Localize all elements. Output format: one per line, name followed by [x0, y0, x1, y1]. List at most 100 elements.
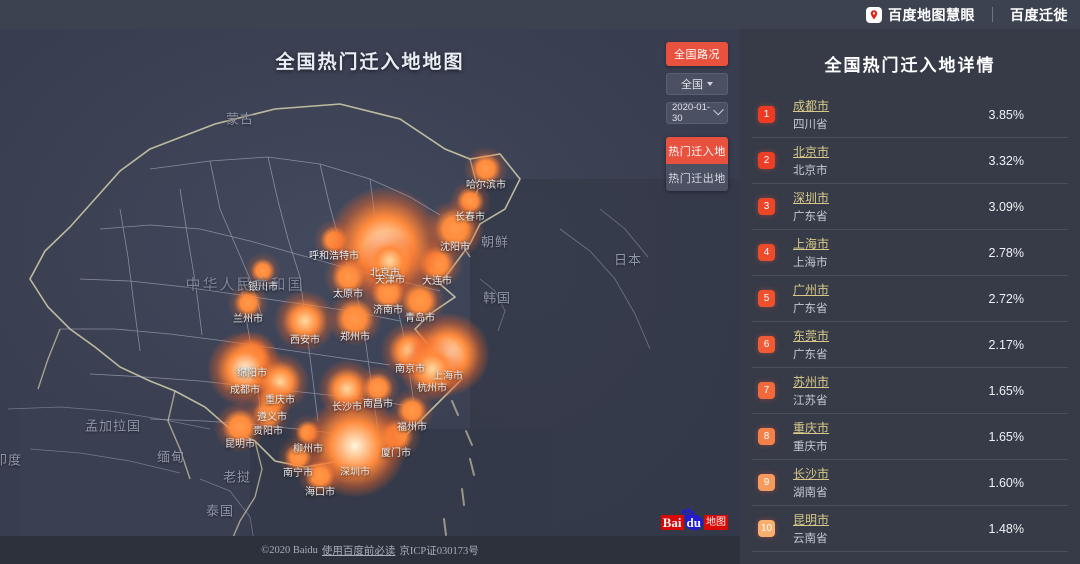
brand-name: 百度地图慧眼	[888, 6, 975, 23]
city-label: 南宁市	[283, 468, 313, 479]
row-names: 昆明市 云南省	[793, 511, 989, 546]
detail-row[interactable]: 6 东莞市 广东省 2.17%	[752, 322, 1068, 368]
brand-divider	[992, 7, 993, 22]
map-canvas[interactable]: 哈尔滨市 长春市 沈阳市 大连市 呼和浩特市 北京市 天津市 银川市 太原市 兰州市 济南市 青岛市西…	[0, 29, 740, 564]
map-panel[interactable]: 哈尔滨市 长春市 沈阳市 大连市 呼和浩特市 北京市 天津市 银川市 太原市 兰州市 济南市 青岛市西…	[0, 29, 740, 564]
city-link[interactable]: 成都市	[793, 97, 829, 114]
province-label: 广东省	[793, 211, 828, 223]
footer-copyright: ©2020 Baidu	[261, 544, 318, 556]
city-label: 大连市	[422, 276, 452, 288]
detail-row[interactable]: 9 长沙市 湖南省 1.60%	[752, 460, 1068, 506]
province-label: 广东省	[793, 303, 828, 315]
city-label: 长沙市	[332, 402, 362, 414]
brand-sub-name: 百度迁徙	[1010, 6, 1068, 23]
region-label: 蒙古	[225, 111, 255, 127]
brand-group[interactable]: 百度地图慧眼 百度迁徙	[866, 5, 1068, 25]
city-link[interactable]: 重庆市	[793, 419, 829, 436]
province-label: 四川省	[793, 119, 828, 131]
baidu-logo-cn: 地图	[704, 515, 728, 530]
location-pin-icon	[866, 6, 882, 23]
chevron-down-icon	[707, 82, 713, 86]
percentage-value: 1.48%	[988, 521, 1024, 536]
city-link[interactable]: 广州市	[793, 281, 829, 298]
row-names: 上海市 上海市	[793, 235, 989, 270]
province-label: 广东省	[793, 349, 828, 361]
rank-badge: 3	[758, 198, 775, 215]
city-link[interactable]: 北京市	[793, 143, 829, 160]
percentage-value: 1.65%	[988, 429, 1024, 444]
city-label: 青岛市	[405, 313, 435, 325]
rank-badge: 8	[758, 428, 775, 445]
city-label: 沈阳市	[440, 242, 470, 254]
map-footer: ©2020 Baidu 使用百度前必读 京ICP证030173号	[0, 536, 740, 564]
paw-print-icon	[680, 508, 696, 526]
row-names: 广州市 广东省	[793, 281, 989, 316]
province-label: 云南省	[793, 533, 828, 545]
percentage-value: 1.65%	[988, 383, 1024, 398]
footer-terms-link[interactable]: 使用百度前必读	[322, 543, 396, 558]
percentage-value: 2.72%	[988, 291, 1024, 306]
region-select[interactable]: 全国	[666, 73, 728, 95]
row-names: 深圳市 广东省	[793, 189, 989, 224]
detail-row[interactable]: 7 苏州市 江苏省 1.65%	[752, 368, 1068, 414]
city-link[interactable]: 昆明市	[793, 511, 829, 528]
city-label: 重庆市	[265, 395, 295, 407]
city-label: 杭州市	[417, 383, 447, 395]
percentage-value: 2.17%	[988, 337, 1024, 352]
city-label: 兰州市	[233, 314, 263, 325]
rank-badge: 9	[758, 474, 775, 491]
date-picker[interactable]: 2020-01-30	[666, 102, 728, 124]
city-label: 海口市	[305, 487, 335, 499]
row-names: 北京市 北京市	[793, 143, 989, 178]
region-select-value: 全国	[681, 79, 703, 91]
region-label: 孟加拉国	[84, 418, 142, 434]
region-label: 印度	[0, 452, 23, 468]
city-label: 绵阳市	[237, 368, 267, 380]
city-link[interactable]: 东莞市	[793, 327, 829, 344]
tab-migration-out[interactable]: 热门迁出地	[666, 164, 728, 191]
tab-migration-in[interactable]: 热门迁入地	[666, 137, 728, 164]
detail-row[interactable]: 2 北京市 北京市 3.32%	[752, 138, 1068, 184]
percentage-value: 3.09%	[988, 199, 1024, 214]
detail-row[interactable]: 8 重庆市 重庆市 1.65%	[752, 414, 1068, 460]
province-label: 重庆市	[793, 441, 828, 453]
city-link[interactable]: 上海市	[793, 235, 829, 252]
detail-row[interactable]: 10 昆明市 云南省 1.48%	[752, 506, 1068, 552]
map-borders	[7, 103, 651, 562]
city-label: 柳州市	[293, 444, 323, 455]
row-names: 重庆市 重庆市	[793, 419, 989, 454]
rank-badge: 1	[758, 106, 775, 123]
city-label: 福州市	[397, 422, 427, 434]
province-label: 湖南省	[793, 487, 828, 499]
detail-row[interactable]: 4 上海市 上海市 2.78%	[752, 230, 1068, 276]
region-label: 缅甸	[156, 449, 186, 465]
city-label: 成都市	[230, 385, 260, 397]
city-label: 郑州市	[340, 331, 370, 343]
city-label: 南京市	[395, 364, 425, 376]
migration-direction-tabs: 热门迁入地 热门迁出地	[666, 137, 728, 191]
province-label: 北京市	[793, 165, 828, 177]
city-label: 昆明市	[225, 439, 255, 451]
detail-row[interactable]: 3 深圳市 广东省 3.09%	[752, 184, 1068, 230]
row-names: 苏州市 江苏省	[793, 373, 989, 408]
city-link[interactable]: 深圳市	[793, 189, 829, 206]
city-link[interactable]: 长沙市	[793, 465, 829, 482]
percentage-value: 3.32%	[988, 153, 1024, 168]
city-label: 南昌市	[363, 399, 393, 411]
detail-list: 1 成都市 四川省 3.85% 2 北京市 北京市 3.32% 3 深圳市 广东省 3.09% 4 上海市…	[740, 92, 1080, 552]
baidu-map-logo[interactable]: Bai du 地图	[660, 508, 728, 530]
city-label: 西安市	[290, 334, 320, 346]
row-names: 成都市 四川省	[793, 97, 989, 132]
city-label: 太原市	[333, 288, 363, 300]
region-label: 朝鲜	[480, 234, 510, 250]
traffic-button[interactable]: 全国路况	[666, 42, 728, 66]
region-label: 日本	[613, 252, 643, 268]
detail-row[interactable]: 1 成都市 四川省 3.85%	[752, 92, 1068, 138]
percentage-value: 3.85%	[988, 107, 1024, 122]
baidu-migration-app: 百度地图慧眼 百度迁徙 哈尔滨市 长春市 沈阳市 大连市 呼和浩特市 北京市 天…	[0, 0, 1080, 564]
row-names: 东莞市 广东省	[793, 327, 989, 362]
city-link[interactable]: 苏州市	[793, 373, 829, 390]
province-label: 江苏省	[793, 395, 828, 407]
detail-row[interactable]: 5 广州市 广东省 2.72%	[752, 276, 1068, 322]
percentage-value: 2.78%	[988, 245, 1024, 260]
